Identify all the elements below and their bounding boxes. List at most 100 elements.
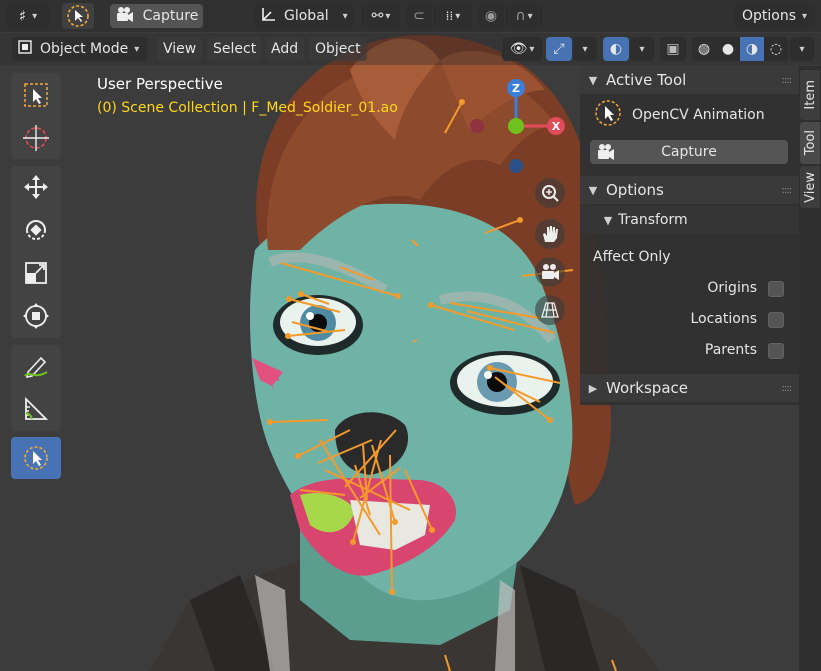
tab-tool[interactable]: Tool [800, 122, 820, 164]
zoom-icon[interactable] [535, 178, 565, 208]
annotate-tool[interactable] [11, 345, 61, 387]
active-tool-name: OpenCV Animation [632, 107, 765, 123]
shading-rendered-button[interactable]: ◌ [764, 37, 788, 61]
xray-toggle[interactable]: ▣ [660, 37, 686, 61]
falloff-curve-icon: ∩ [515, 8, 526, 24]
solid-sphere-icon: ● [721, 41, 735, 57]
subpanel-expanded-icon: ▼ [603, 213, 613, 227]
menu-select[interactable]: Select [207, 37, 263, 61]
option-parents-checkbox[interactable] [768, 343, 784, 359]
xray-icon: ▣ [666, 41, 680, 57]
transform-orientation-dropdown[interactable]: Global ▾ [254, 4, 354, 28]
mode-label: Object Mode [40, 41, 129, 57]
cursor-tool[interactable] [11, 117, 61, 159]
option-locations-label: Locations [690, 311, 757, 327]
option-locations-row[interactable]: Locations [580, 305, 799, 333]
camera-icon [596, 143, 616, 165]
drag-grip-icon[interactable]: :::: [782, 383, 793, 394]
move-tool[interactable] [11, 166, 61, 208]
measure-tool[interactable] [11, 388, 61, 430]
active-tool-panel-header[interactable]: ▼ Active Tool :::: [580, 66, 799, 94]
capture-header-label: Capture [142, 8, 199, 24]
snap-target-dropdown[interactable]: ⁞⁞ ▾ [434, 4, 472, 28]
chevron-down-icon: ▾ [32, 10, 38, 22]
chevron-down-icon: ▾ [802, 10, 808, 22]
option-origins-checkbox[interactable] [768, 281, 784, 297]
viewport-perspective-label: User Perspective [97, 75, 223, 93]
menu-view[interactable]: View [157, 37, 203, 61]
rendered-sphere-icon: ◌ [769, 41, 783, 57]
affect-only-row: Affect Only [580, 243, 799, 271]
affect-only-label: Affect Only [593, 249, 671, 265]
mode-selector[interactable]: Object Mode ▾ [12, 37, 147, 61]
pivot-icon: ⚯ [371, 8, 384, 24]
toolbar-annotate-group [11, 345, 61, 431]
visibility-dropdown[interactable]: 👁 ▾ [502, 37, 542, 61]
panel-expanded-icon: ▼ [588, 73, 598, 87]
material-sphere-icon: ◑ [745, 41, 759, 57]
option-locations-checkbox[interactable] [768, 312, 784, 328]
snap-toggle[interactable]: ⊂ [406, 4, 432, 28]
falloff-dropdown[interactable]: ∩ ▾ [506, 4, 542, 28]
capture-panel-label: Capture [661, 144, 717, 160]
gizmo-dropdown[interactable]: ▾ [573, 37, 597, 61]
active-tool-header-label: Active Tool [606, 71, 687, 89]
scale-icon [25, 262, 47, 284]
active-tool-header-icon[interactable] [62, 3, 94, 29]
cursor-crosshair-icon [23, 125, 49, 151]
options-label: Options [741, 8, 796, 24]
gizmo-z-label: Z [512, 82, 520, 95]
measure-ruler-icon [25, 396, 49, 420]
opencv-tool-icon [594, 99, 622, 131]
editor-type-selector[interactable]: ♯ ▾ [6, 4, 50, 28]
tab-item[interactable]: Item [800, 70, 820, 120]
viewport-header: ♯ ▾ Capture Global ▾ ⚯ ▾ ⊂ ⁞⁞ ▾ ◉ ∩ ▾ Option… [0, 0, 821, 32]
pan-hand-icon[interactable] [535, 219, 565, 249]
proportional-edit-icon: ◉ [484, 8, 498, 24]
toolbar-select-group [11, 73, 61, 159]
chevron-down-icon: ▾ [529, 43, 535, 55]
pivot-point-dropdown[interactable]: ⚯ ▾ [362, 4, 400, 28]
tab-tool-label: Tool [802, 130, 818, 156]
shading-material-button[interactable]: ◑ [740, 37, 764, 61]
menu-add[interactable]: Add [265, 37, 305, 61]
proportional-edit-toggle[interactable]: ◉ [478, 4, 504, 28]
options-dropdown[interactable]: Options ▾ [734, 4, 815, 28]
select-box-tool[interactable] [11, 74, 61, 116]
transform-subpanel-header[interactable]: ▼ Transform [580, 206, 799, 234]
drag-grip-icon[interactable]: :::: [782, 75, 793, 86]
shading-dropdown[interactable]: ▾ [790, 37, 814, 61]
capture-header-button[interactable]: Capture [110, 4, 203, 28]
overlays-toggle[interactable]: ◐ [603, 37, 629, 61]
option-origins-label: Origins [707, 280, 757, 296]
active-tool-name-row: OpenCV Animation [580, 99, 799, 131]
option-parents-label: Parents [704, 342, 757, 358]
shading-solid-button[interactable]: ● [716, 37, 740, 61]
opencv-animation-tool[interactable] [11, 437, 61, 479]
transform-tool[interactable] [11, 295, 61, 337]
scale-tool[interactable] [11, 252, 61, 294]
viewport-collection-label: (0) Scene Collection | F_Med_Soldier_01.… [97, 100, 398, 116]
opencv-tool-icon [24, 446, 48, 470]
sidebar-panel: ▼ Active Tool :::: OpenCV Animation Capt… [580, 66, 799, 405]
drag-grip-icon[interactable]: :::: [782, 185, 793, 196]
gizmo-toggle[interactable]: ⤢ [546, 37, 572, 61]
overlays-dropdown[interactable]: ▾ [630, 37, 654, 61]
capture-panel-button[interactable]: Capture [590, 140, 788, 164]
panel-collapsed-icon: ▶ [588, 381, 598, 395]
menu-object[interactable]: Object [309, 37, 367, 61]
option-origins-row[interactable]: Origins [580, 274, 799, 302]
perspective-grid-icon[interactable] [535, 295, 565, 325]
chevron-down-icon: ▾ [527, 10, 533, 22]
chevron-down-icon: ▾ [455, 10, 461, 22]
option-parents-row[interactable]: Parents [580, 336, 799, 364]
eye-icon: 👁 [509, 41, 528, 57]
rotate-tool[interactable] [11, 209, 61, 251]
workspace-panel-header[interactable]: ▶ Workspace :::: [580, 374, 799, 402]
options-panel-header[interactable]: ▼ Options :::: [580, 176, 799, 204]
camera-view-icon[interactable] [535, 257, 565, 287]
shading-wireframe-button[interactable]: ◍ [692, 37, 716, 61]
tab-view[interactable]: View [800, 166, 820, 208]
sidebar-tabs: Item Tool View [799, 66, 821, 671]
navigation-gizmo[interactable]: Z X [460, 75, 590, 185]
